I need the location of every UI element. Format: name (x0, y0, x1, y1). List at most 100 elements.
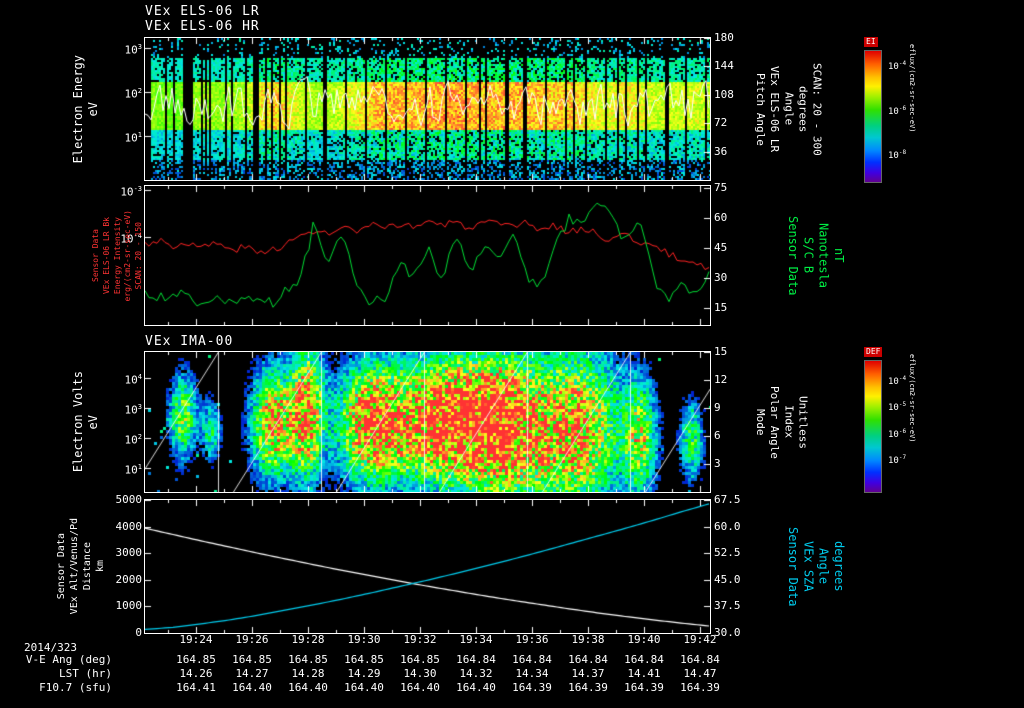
axis-tick-label-right: 75 (714, 180, 728, 194)
altitude-sza-canvas (145, 500, 710, 633)
colorbar-els-units: eflux/(cm2-sr-sec-eV) (908, 44, 916, 133)
table-cell: 164.85 (176, 653, 216, 666)
table-cell: 14.26 (179, 667, 213, 680)
table-cell: 164.39 (568, 681, 608, 694)
axis-label-line: Energy Intensity (112, 216, 122, 295)
colorbar-tick-label: 10-8 (888, 148, 907, 161)
axis-tick-label-right: 45 (714, 240, 728, 254)
axis-label-line: degrees (831, 541, 846, 592)
colorbar-tick-label: 10-5 (888, 401, 907, 414)
table-cell: 14.30 (403, 667, 437, 680)
intensity-bfield-canvas (145, 186, 710, 325)
colorbar-tick-label: 10-6 (888, 427, 907, 440)
axis-tick-label-right: 12 (714, 373, 728, 386)
axis-tick-label-right: 108 (714, 87, 734, 101)
axis-tick-label-right: 52.5 (714, 546, 741, 560)
vex-orbit-summary-plot: VEx ELS-06 LR VEx ELS-06 HR VEx IMA-00 E… (0, 0, 1024, 708)
axis-tick-label-left: 103 (124, 42, 142, 57)
table-cell: 164.85 (344, 653, 384, 666)
panel-els-spectrogram (144, 37, 711, 181)
axis-label-line: Angle (816, 548, 831, 585)
ima-spectrogram-canvas (145, 352, 710, 492)
table-cell: 164.85 (232, 653, 272, 666)
colorbar-ima-title: DEF (864, 347, 883, 357)
table-cell: 164.84 (512, 653, 552, 666)
axis-tick-label-right: 15 (714, 301, 728, 315)
axis-label-line: SCAN: 20 - 300 (810, 62, 824, 156)
axis-label-line: Distance (82, 542, 93, 591)
colorbar-tick-label: 10-4 (888, 60, 907, 73)
colorbar-tick-label: 10-7 (888, 454, 907, 467)
axis-label-line: Polar Angle (768, 385, 782, 459)
axis-tick-label-left: 102 (124, 432, 142, 447)
panel1-title-hr: VEx ELS-06 HR (145, 19, 260, 34)
axis-tick-label-right: 9 (714, 401, 721, 414)
table-cell: 164.40 (288, 681, 328, 694)
axis-label-line: erg/(cm2-sr-sec-eV) (123, 209, 133, 302)
axis-label-line: km (95, 560, 106, 573)
axis-label-line: nT (831, 248, 846, 263)
axis-label-line: Index (782, 405, 796, 439)
axis-tick-label-right: 180 (714, 31, 734, 44)
table-cell: 164.84 (568, 653, 608, 666)
panel-altitude-sza (144, 499, 711, 634)
table-cell: 164.40 (232, 681, 272, 694)
axis-tick-label-right: 36 (714, 144, 728, 158)
time-tick-label: 19:40 (627, 633, 661, 646)
colorbar-tick-label: 10-6 (888, 104, 907, 117)
p4-left-axis-label: Sensor Data VEx Alt/Venus/Pd Distance km (56, 500, 106, 633)
table-cell: 164.84 (456, 653, 496, 666)
axis-tick-label-left: 101 (124, 130, 142, 145)
colorbar-tick-label: 10-4 (888, 374, 907, 387)
axis-label-line: VEx SZA (801, 541, 816, 592)
panel1-title-lr: VEx ELS-06 LR (145, 4, 260, 19)
axis-label-line: Nanotesla (816, 222, 831, 289)
axis-label-line: VEx ELS-06 LR (768, 65, 782, 153)
p2-right-axis-label: Sensor Data S/C B Nanotesla nT (786, 186, 846, 325)
colorbar-ima-units: eflux/(cm2-sr-sec-eV) (908, 354, 916, 443)
table-cell: 164.84 (680, 653, 720, 666)
table-cell: 164.39 (624, 681, 664, 694)
axis-label-line: eV (86, 101, 101, 117)
time-tick-label: 19:28 (291, 633, 325, 646)
axis-label-line: Mode (754, 408, 768, 436)
axis-tick-label-right: 60.0 (714, 519, 741, 533)
axis-tick-label-right: 60 (714, 210, 728, 224)
axis-tick-label-right: 144 (714, 59, 734, 73)
table-cell: 164.40 (400, 681, 440, 694)
time-tick-label: 19:38 (571, 633, 605, 646)
table-cell: 14.41 (627, 667, 661, 680)
table-cell: 164.84 (624, 653, 664, 666)
p3-right-axis-label: Mode Polar Angle Index Unitless (754, 352, 809, 492)
table-cell: 14.32 (459, 667, 493, 680)
table-cell: 164.39 (512, 681, 552, 694)
table-cell: 164.85 (400, 653, 440, 666)
colorbar-ima-gradient (864, 360, 882, 493)
table-row-label: F10.7 (sfu) (39, 681, 112, 694)
time-tick-label: 19:26 (235, 633, 269, 646)
axis-label-line: SCAN: 20 - 150 (134, 221, 144, 290)
table-cell: 14.37 (571, 667, 605, 680)
table-cell: 164.40 (456, 681, 496, 694)
axis-tick-label-right: 30 (714, 271, 728, 285)
axis-label-line: VEx ELS-06 LR Bk (101, 216, 111, 295)
panel3-title: VEx IMA-00 (145, 334, 234, 349)
axis-tick-label-right: 67.5 (714, 493, 741, 506)
axis-label-line: Electron Energy (71, 54, 85, 164)
els-spectrogram-canvas (145, 38, 710, 180)
table-row-label: V-E Ang (deg) (25, 653, 112, 666)
axis-label-line: Sensor Data (56, 533, 67, 600)
panel-ima-spectrogram (144, 351, 711, 493)
axis-label-line: Sensor Data (786, 526, 801, 607)
panel-intensity-bfield (144, 185, 711, 326)
table-cell: 14.47 (683, 667, 717, 680)
axis-tick-label-left: 103 (124, 403, 142, 417)
axis-tick-label-left: 104 (124, 373, 142, 387)
p1-left-axis-label: Electron Energy eV (71, 38, 101, 180)
axis-tick-label-left: 101 (124, 463, 142, 477)
axis-label-line: Sensor Data (786, 215, 801, 296)
colorbar-ima: DEF (864, 339, 906, 493)
axis-tick-label-right: 15 (714, 345, 728, 358)
axis-tick-label-right: 45.0 (714, 572, 741, 586)
p2-left-axis-label: Sensor Data VEx ELS-06 LR Bk Energy Intens… (91, 186, 144, 325)
